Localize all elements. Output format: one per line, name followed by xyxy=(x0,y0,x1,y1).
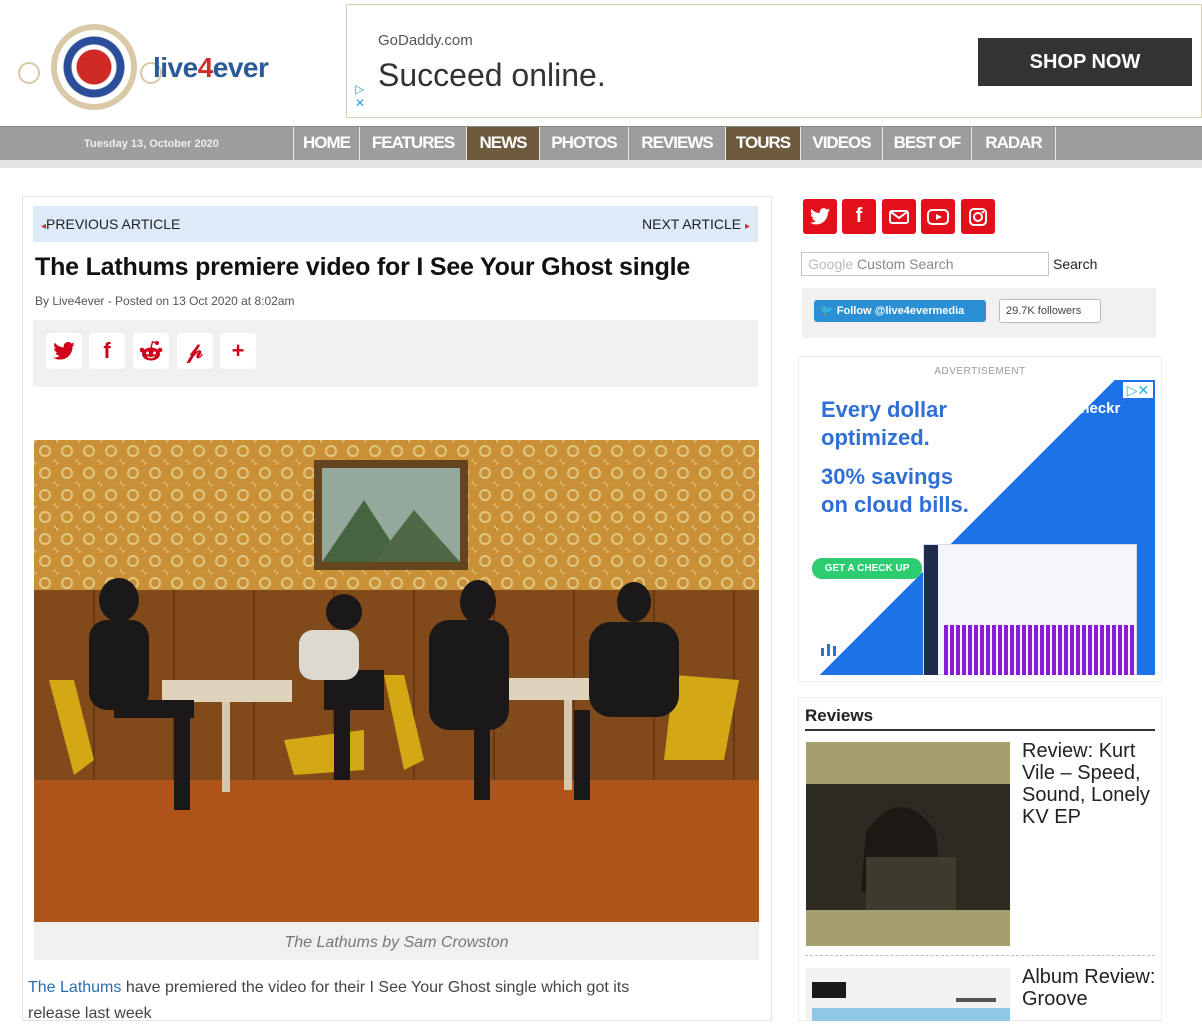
nav-radar[interactable]: RADAR xyxy=(971,127,1055,160)
top-banner-ad[interactable]: GoDaddy.com Succeed online. ▷ ✕ SHOP NOW xyxy=(346,4,1202,118)
pinterest-icon[interactable]: 𝓅 xyxy=(177,333,213,369)
main-navigation: Tuesday 13, October 2020 HOME FEATURES N… xyxy=(0,126,1202,160)
email-icon[interactable] xyxy=(882,199,916,234)
reviews-heading: Reviews xyxy=(805,706,874,725)
arrow-right-icon: ▸ xyxy=(744,221,750,232)
article-photo xyxy=(34,440,759,922)
search-input[interactable]: Google Custom Search xyxy=(801,252,1049,276)
facebook-icon[interactable]: f xyxy=(842,199,876,234)
site-header: live4ever GoDaddy.com Succeed online. ▷ ✕… xyxy=(0,0,1202,126)
twitter-follow-button[interactable]: 🐦 Follow @live4evermedia xyxy=(814,300,986,322)
review-thumbnail[interactable] xyxy=(806,968,1010,1021)
review-title-link[interactable]: Album Review: Groove xyxy=(1022,966,1157,1010)
ad-close-icon[interactable]: ▷✕ xyxy=(1123,382,1153,398)
reddit-icon[interactable] xyxy=(133,333,169,369)
previous-article-link[interactable]: ◂PREVIOUS ARTICLE xyxy=(41,216,180,232)
next-article-link[interactable]: NEXT ARTICLE ▸ xyxy=(642,216,750,232)
sidebar-ad[interactable]: Every dollar optimized. 30% savings on clo… xyxy=(805,380,1155,675)
current-date: Tuesday 13, October 2020 xyxy=(84,138,219,150)
plus-icon[interactable]: + xyxy=(220,333,256,369)
twitter-icon: 🐦 xyxy=(820,305,834,317)
ad-headline: Every dollar optimized. xyxy=(821,397,947,450)
ad-brand: GoDaddy.com xyxy=(378,32,473,49)
nav-photos[interactable]: PHOTOS xyxy=(539,127,628,160)
dashboard-sidebar xyxy=(924,545,938,675)
follower-count[interactable]: 29.7K followers xyxy=(999,299,1101,323)
photo-caption: The Lathums by Sam Crowston xyxy=(34,922,759,960)
nav-home[interactable]: HOME xyxy=(293,127,359,160)
search-button[interactable]: Search xyxy=(1053,256,1097,272)
ad-cta-button[interactable]: GET A CHECK UP xyxy=(812,558,922,579)
nav-news[interactable]: NEWS xyxy=(466,127,539,160)
band-link[interactable]: The Lathums xyxy=(28,979,121,996)
bar-chart-icon xyxy=(821,644,836,656)
record-icon xyxy=(51,24,137,110)
review-thumbnail[interactable] xyxy=(806,742,1010,946)
article-title: The Lathums premiere video for I See You… xyxy=(35,253,691,281)
reviews-rule xyxy=(805,729,1155,731)
twitter-icon[interactable] xyxy=(46,333,82,369)
article-body: The Lathums have premiered the video for… xyxy=(28,979,630,1022)
advertisement-label: ADVERTISEMENT xyxy=(934,366,1026,377)
nav-videos[interactable]: VIDEOS xyxy=(800,127,882,160)
nav-features[interactable]: FEATURES xyxy=(359,127,466,160)
nav-tours[interactable]: TOURS xyxy=(725,127,800,160)
logo-wordmark: live4ever xyxy=(153,52,269,83)
nav-shadow xyxy=(0,160,1202,168)
adchoices-icon[interactable]: ▷ ✕ xyxy=(355,82,365,110)
review-divider xyxy=(805,955,1155,956)
youtube-icon[interactable] xyxy=(921,199,955,234)
article-byline: By Live4ever - Posted on 13 Oct 2020 at … xyxy=(35,294,295,308)
shop-now-button[interactable]: SHOP NOW xyxy=(978,38,1192,86)
ad-brand: CloudCheckr xyxy=(1027,400,1121,417)
review-title-link[interactable]: Review: Kurt Vile – Speed, Sound, Lonely… xyxy=(1022,740,1157,828)
nav-best-of[interactable]: BEST OF xyxy=(882,127,971,160)
nav-divider xyxy=(1055,127,1056,160)
article-pager: ◂PREVIOUS ARTICLE NEXT ARTICLE ▸ xyxy=(33,206,758,242)
ad-dashboard-image xyxy=(923,544,1137,675)
instagram-icon[interactable] xyxy=(961,199,995,234)
nav-reviews[interactable]: REVIEWS xyxy=(628,127,725,160)
site-logo[interactable]: live4ever xyxy=(18,16,318,116)
ad-subheadline: 30% savings on cloud bills. xyxy=(821,464,969,517)
twitter-icon[interactable] xyxy=(803,199,837,234)
dashboard-bars xyxy=(944,625,1134,675)
facebook-icon[interactable]: f xyxy=(89,333,125,369)
ad-headline: Succeed online. xyxy=(378,57,606,93)
headphone-left-icon xyxy=(18,62,40,84)
